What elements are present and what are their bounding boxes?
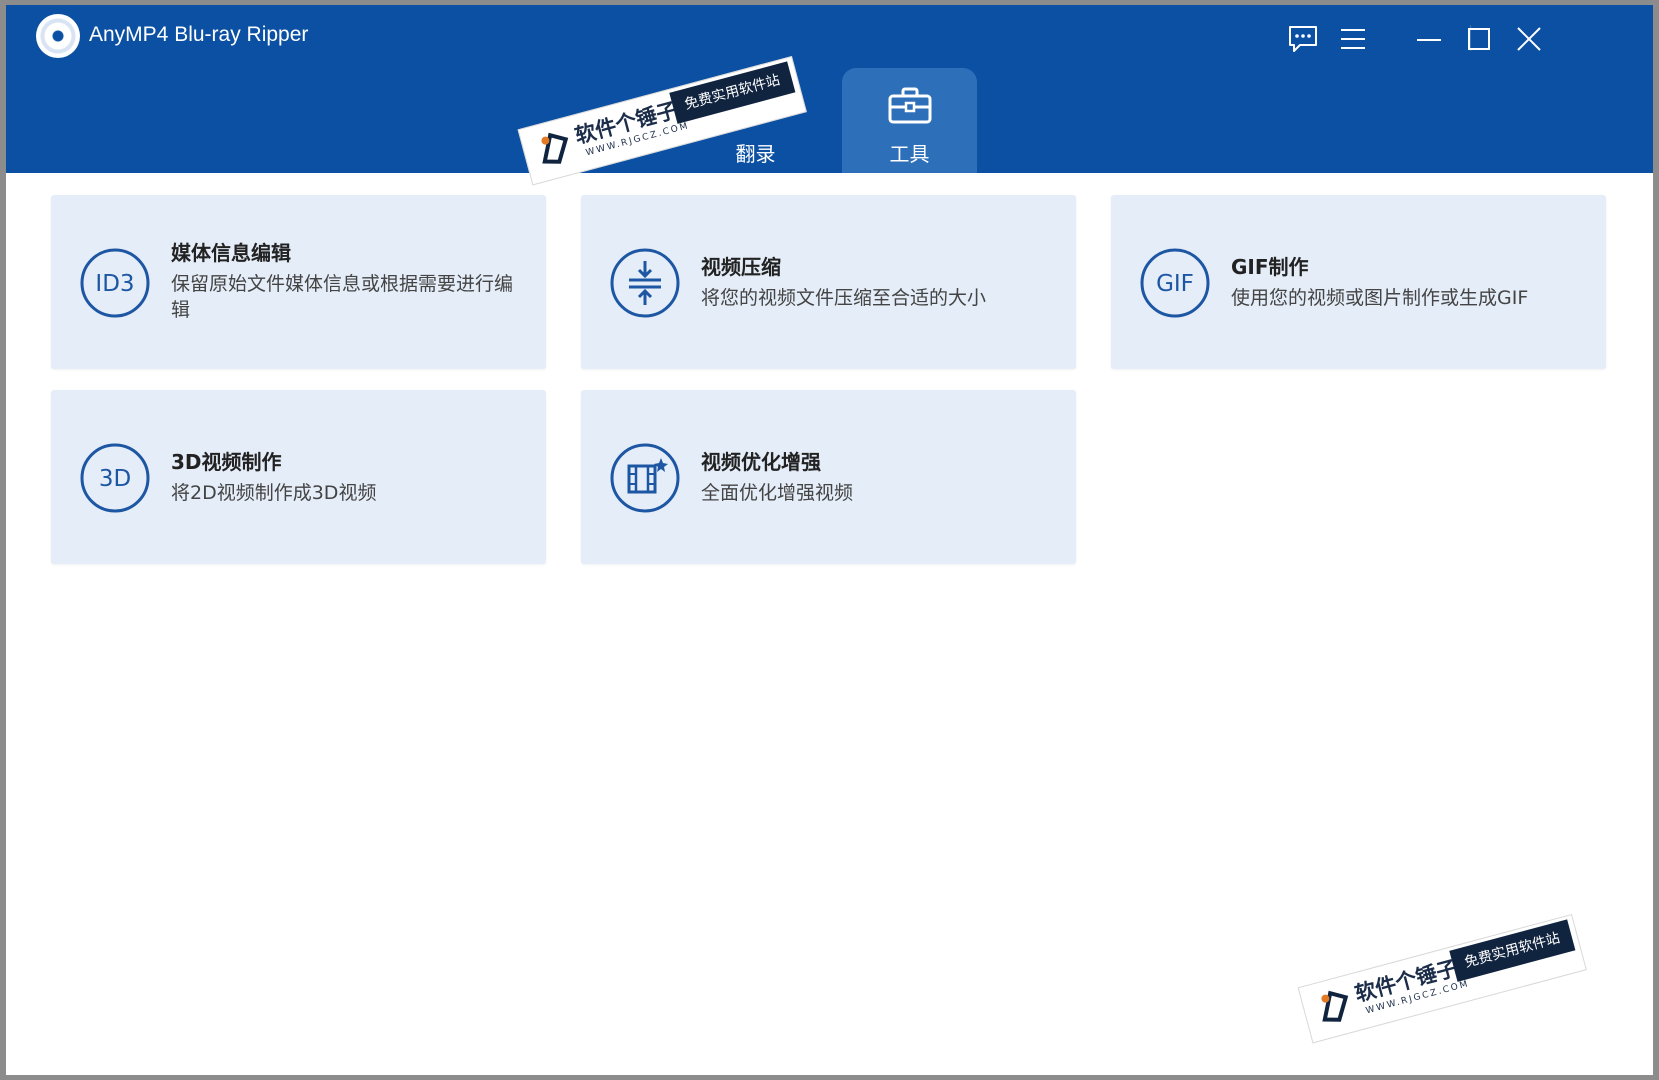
minimize-icon[interactable] <box>1412 23 1446 55</box>
app-window: AnyMP4 Blu-ray Ripper 翻录 工具 ID3 媒体信息编辑 保… <box>6 5 1653 1075</box>
svg-text:3D: 3D <box>99 466 131 492</box>
toolbox-icon <box>888 87 932 124</box>
tool-description: 将您的视频文件压缩至合适的大小 <box>701 287 987 309</box>
svg-text:GIF: GIF <box>1156 271 1194 297</box>
enhance-icon <box>610 443 680 513</box>
tool-description: 保留原始文件媒体信息或根据需要进行编辑 <box>171 273 514 321</box>
compress-icon <box>610 248 680 318</box>
feedback-icon[interactable] <box>1286 23 1320 55</box>
menu-icon[interactable] <box>1336 23 1370 55</box>
app-title: AnyMP4 Blu-ray Ripper <box>89 23 309 46</box>
tool-title: 视频优化增强 <box>701 450 821 474</box>
tool-description: 将2D视频制作成3D视频 <box>171 482 377 504</box>
tool-card-media-info[interactable]: ID3 媒体信息编辑 保留原始文件媒体信息或根据需要进行编辑 <box>51 195 546 369</box>
3d-icon: 3D <box>80 443 150 513</box>
title-bar: AnyMP4 Blu-ray Ripper 翻录 工具 <box>6 5 1653 173</box>
tool-title: GIF制作 <box>1231 255 1309 279</box>
tool-description: 使用您的视频或图片制作或生成GIF <box>1231 287 1529 309</box>
tool-description: 全面优化增强视频 <box>701 482 854 504</box>
tool-title: 3D视频制作 <box>171 450 282 474</box>
tab-toolbox[interactable]: 工具 <box>842 68 977 173</box>
gif-icon: GIF <box>1140 248 1210 318</box>
svg-text:ID3: ID3 <box>95 271 134 297</box>
tool-title: 媒体信息编辑 <box>171 241 291 265</box>
tool-card-video-compress[interactable]: 视频压缩 将您的视频文件压缩至合适的大小 <box>581 195 1076 369</box>
tool-title: 视频压缩 <box>701 255 781 279</box>
tool-card-video-enhancer[interactable]: 视频优化增强 全面优化增强视频 <box>581 390 1076 564</box>
close-icon[interactable] <box>1512 23 1546 55</box>
id3-icon: ID3 <box>80 248 150 318</box>
tool-card-3d-maker[interactable]: 3D 3D视频制作 将2D视频制作成3D视频 <box>51 390 546 564</box>
app-logo-icon <box>36 14 80 58</box>
tool-card-gif-maker[interactable]: GIF GIF制作 使用您的视频或图片制作或生成GIF <box>1111 195 1606 369</box>
tab-toolbox-label: 工具 <box>889 142 930 166</box>
maximize-icon[interactable] <box>1462 23 1496 55</box>
tab-ripper-label: 翻录 <box>735 142 776 166</box>
